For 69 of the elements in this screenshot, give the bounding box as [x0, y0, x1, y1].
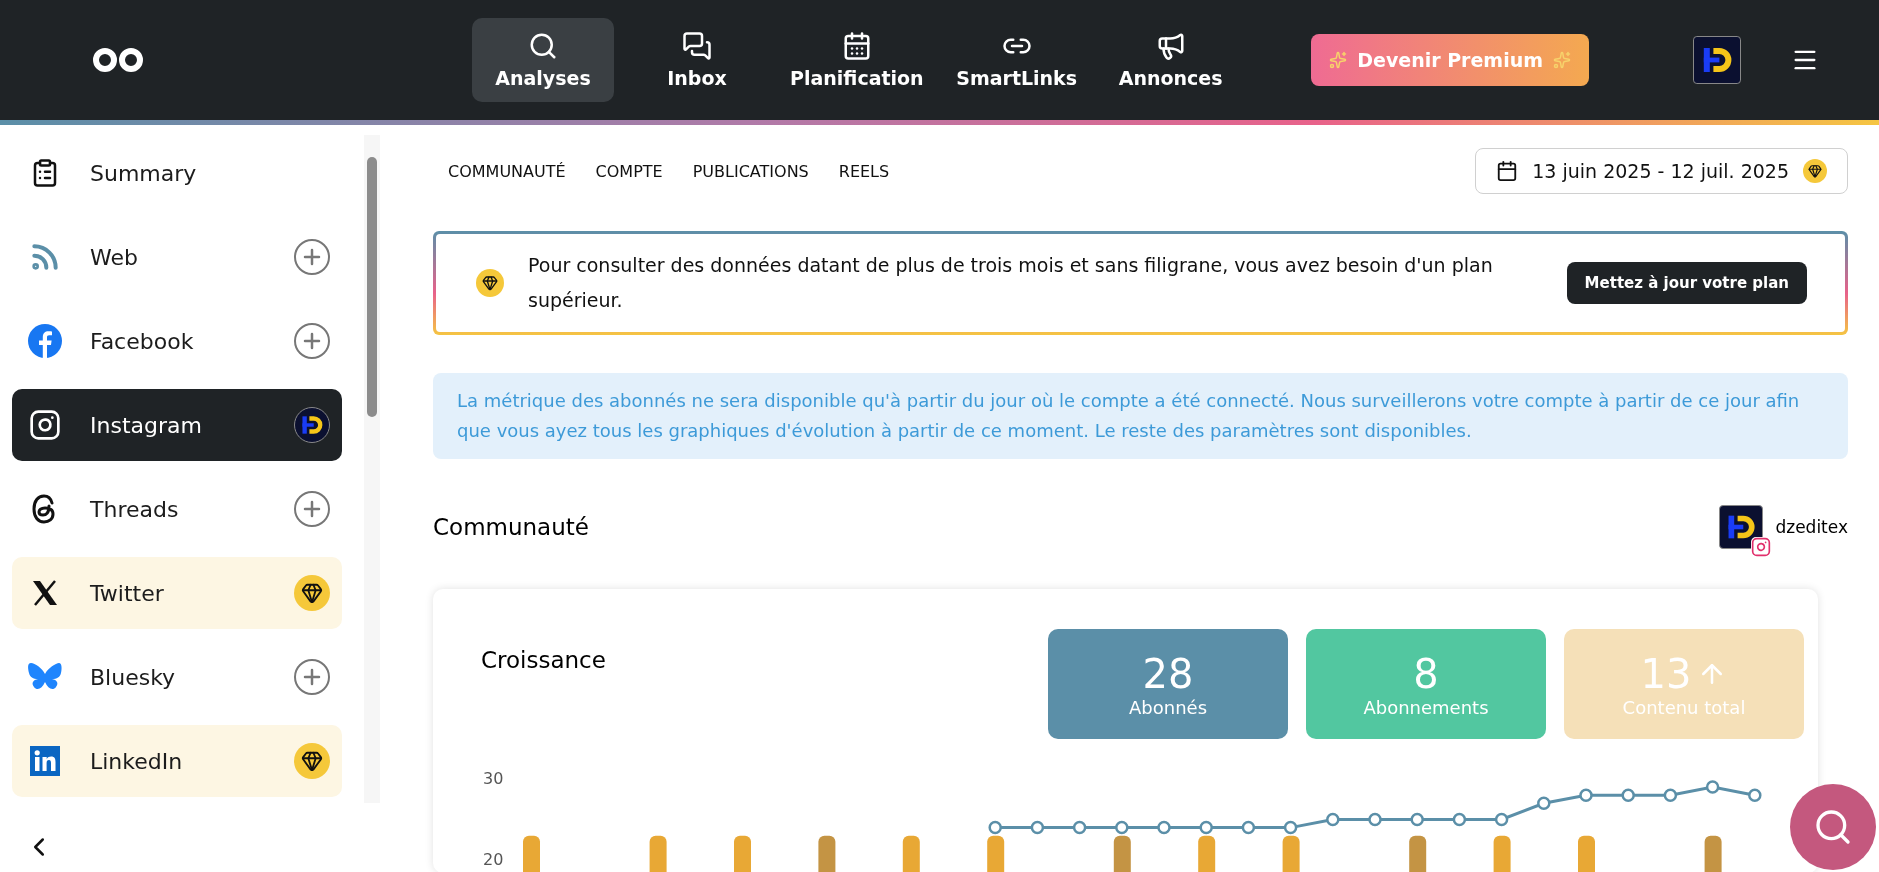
sidebar-item[interactable]: Instagram: [12, 389, 342, 461]
add-button[interactable]: [294, 659, 330, 695]
axis-tick-label: 30: [483, 768, 504, 788]
info-notice: La métrique des abonnés ne sera disponible qu'à partir du jour où le compte a été connecté. Nous surveillerons votre compte à partir de ce jour afin que vous ayez tous les graphiques d'évolution à partir de ce moment. Le reste des paramètres sont disponibles.: [433, 373, 1848, 459]
chart-point: [1494, 812, 1509, 827]
calendar-icon: [1496, 160, 1519, 182]
nav-tab[interactable]: Analyses: [472, 18, 614, 102]
chat-bubbles-icon: [682, 31, 712, 61]
section-tab[interactable]: REELS: [823, 147, 905, 195]
stat-tile: 28 Abonnés: [1048, 629, 1288, 739]
linkedin-icon: [30, 746, 60, 776]
sidebar-item[interactable]: Summary: [12, 137, 342, 209]
sidebar-item[interactable]: Facebook: [12, 305, 342, 377]
rss-icon: [29, 241, 61, 273]
logo-icon: [92, 47, 144, 73]
profile-avatar[interactable]: [1693, 36, 1741, 84]
add-button[interactable]: [294, 323, 330, 359]
upgrade-message: Pour consulter des données datant de plus de trois mois et sans filigrane, vous avez besoin d'un plan supérieur.: [528, 253, 1494, 313]
chart-point: [988, 820, 1002, 835]
sidebar-item[interactable]: Web: [12, 221, 342, 293]
card-title: Croissance: [481, 647, 607, 673]
chart-point: [1072, 820, 1087, 835]
chart-point: [1452, 812, 1467, 827]
chart-point: [1579, 788, 1593, 802]
sparkle-icon: [1329, 51, 1348, 69]
nav-tab[interactable]: SmartLinks: [945, 18, 1088, 102]
instagram-icon: [29, 409, 61, 441]
axis-tick-label: 20: [483, 849, 504, 869]
instagram-badge-icon: [1751, 537, 1772, 557]
section-tab[interactable]: COMPTE: [580, 147, 678, 195]
analytics-search-icon: [528, 31, 558, 61]
date-range-picker[interactable]: 13 juin 2025 - 12 juil. 2025: [1475, 148, 1848, 194]
sidebar-item[interactable]: Twitter: [12, 557, 342, 629]
section-tab[interactable]: COMMUNAUTÉ: [433, 147, 581, 195]
upgrade-button[interactable]: Mettez à jour votre plan: [1566, 262, 1807, 304]
add-button[interactable]: [294, 491, 330, 527]
chart-point: [1115, 820, 1129, 835]
scrollbar-thumb[interactable]: [367, 157, 377, 417]
sidebar-item[interactable]: Bluesky: [12, 641, 342, 713]
add-button[interactable]: [294, 239, 330, 275]
chart-point: [1748, 788, 1762, 802]
stat-tile: 8 Abonnements: [1306, 629, 1546, 739]
chart-point: [1368, 812, 1382, 827]
chart-point: [1283, 820, 1298, 835]
sparkle-icon: [1553, 51, 1571, 69]
chart-point: [1537, 796, 1551, 811]
nav-tab[interactable]: Planification: [780, 18, 934, 102]
chart-point: [1410, 812, 1424, 827]
chart-point: [1199, 820, 1213, 835]
chart-point: [1621, 788, 1635, 802]
section-tab[interactable]: PUBLICATIONS: [677, 147, 824, 195]
chart-point: [1705, 780, 1720, 794]
stat-tile: 13 Contenu total: [1564, 629, 1804, 739]
chart-point: [1030, 820, 1045, 835]
facebook-icon: [28, 324, 62, 358]
sidebar-item[interactable]: LinkedIn: [12, 725, 342, 797]
search-icon: [1813, 807, 1853, 847]
chart-point: [1241, 820, 1256, 835]
chart-point: [1326, 812, 1340, 827]
chart-point: [1663, 788, 1678, 802]
nav-tab[interactable]: Annonces: [1099, 18, 1242, 102]
nav-tab[interactable]: Inbox: [626, 18, 768, 102]
calendar-icon: [841, 31, 872, 61]
x-logo-icon: [31, 579, 59, 607]
sidebar-item[interactable]: Threads: [12, 473, 342, 545]
account-name: dzeditex: [1775, 517, 1848, 537]
section-title: Communauté: [433, 514, 590, 540]
chart-point: [1157, 820, 1171, 835]
scrollbar[interactable]: [364, 135, 380, 803]
